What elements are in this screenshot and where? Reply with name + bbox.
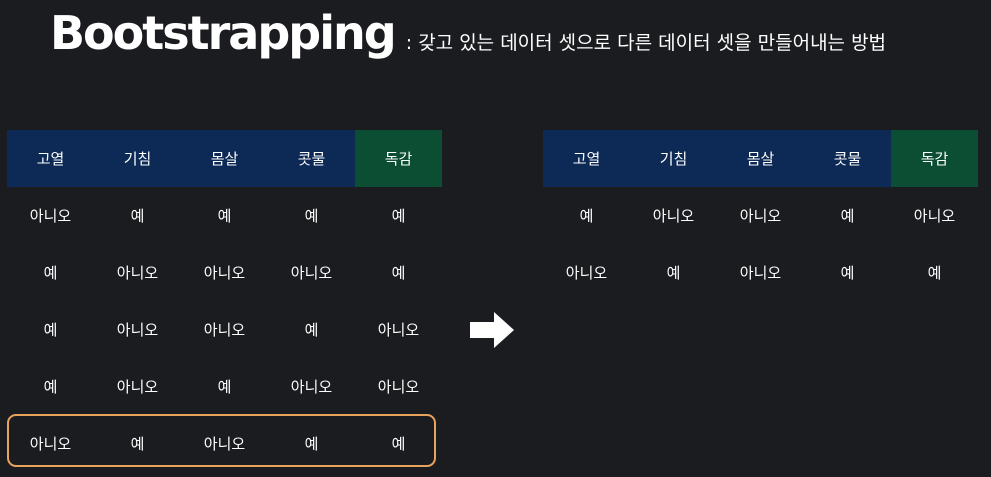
table-cell: 아니오	[116, 378, 159, 396]
table-cell: 아니오	[290, 264, 333, 282]
table-cell: 예	[43, 264, 58, 282]
table-cell: 예	[217, 207, 232, 225]
header-cell: 몸살	[717, 130, 804, 187]
table-row: 예 아니오 예 아니오 아니오	[7, 358, 442, 415]
highlight-box	[7, 414, 436, 467]
table-cell: 아니오	[116, 321, 159, 339]
title-subtitle: : 갖고 있는 데이터 셋으로 다른 데이터 셋을 만들어내는 방법	[405, 32, 887, 54]
slide: Bootstrapping : 갖고 있는 데이터 셋으로 다른 데이터 셋을 …	[0, 0, 991, 477]
header-cell: 몸살	[181, 130, 268, 187]
table-cell: 예	[43, 321, 58, 339]
table-row: 예 아니오 아니오 예 아니오	[7, 301, 442, 358]
table-row: 예 아니오 아니오 예 아니오	[543, 187, 978, 244]
table-cell: 예	[304, 321, 319, 339]
table-cell: 예	[130, 207, 145, 225]
table-cell: 아니오	[913, 207, 956, 225]
header-cell: 기침	[94, 130, 181, 187]
header-cell-target: 독감	[891, 130, 978, 187]
table-cell: 아니오	[29, 207, 72, 225]
header-cell: 고열	[7, 130, 94, 187]
table-cell: 예	[840, 264, 855, 282]
header-row: 고열 기침 몸살 콧물 독감	[543, 130, 978, 187]
bootstrapped-data-table: 고열 기침 몸살 콧물 독감 예 아니오 아니오 예 아니오 아니오 예 아니오…	[543, 130, 978, 301]
header-row: 고열 기침 몸살 콧물 독감	[7, 130, 442, 187]
table-cell: 아니오	[116, 264, 159, 282]
table-cell: 예	[217, 378, 232, 396]
table-row: 아니오 예 아니오 예 예	[543, 244, 978, 301]
header-cell: 콧물	[268, 130, 355, 187]
table-cell: 예	[391, 264, 406, 282]
table-cell: 아니오	[739, 207, 782, 225]
table-cell: 아니오	[565, 264, 608, 282]
table-cell: 아니오	[652, 207, 695, 225]
table-cell: 예	[391, 207, 406, 225]
title-main: Bootstrapping	[50, 6, 397, 60]
slide-title: Bootstrapping : 갖고 있는 데이터 셋으로 다른 데이터 셋을 …	[50, 6, 886, 66]
table-cell: 예	[304, 207, 319, 225]
table-cell: 아니오	[377, 321, 420, 339]
table-cell: 아니오	[203, 321, 246, 339]
table-row: 아니오 예 예 예 예	[7, 187, 442, 244]
header-cell-target: 독감	[355, 130, 442, 187]
header-cell: 콧물	[804, 130, 891, 187]
table-cell: 예	[43, 378, 58, 396]
table-row: 예 아니오 아니오 아니오 예	[7, 244, 442, 301]
header-cell: 고열	[543, 130, 630, 187]
table-cell: 아니오	[739, 264, 782, 282]
table-cell: 예	[840, 207, 855, 225]
table-cell: 아니오	[203, 264, 246, 282]
table-cell: 예	[927, 264, 942, 282]
table-cell: 아니오	[290, 378, 333, 396]
header-cell: 기침	[630, 130, 717, 187]
table-cell: 예	[579, 207, 594, 225]
table-cell: 예	[666, 264, 681, 282]
arrow-right-icon	[470, 312, 514, 348]
table-cell: 아니오	[377, 378, 420, 396]
